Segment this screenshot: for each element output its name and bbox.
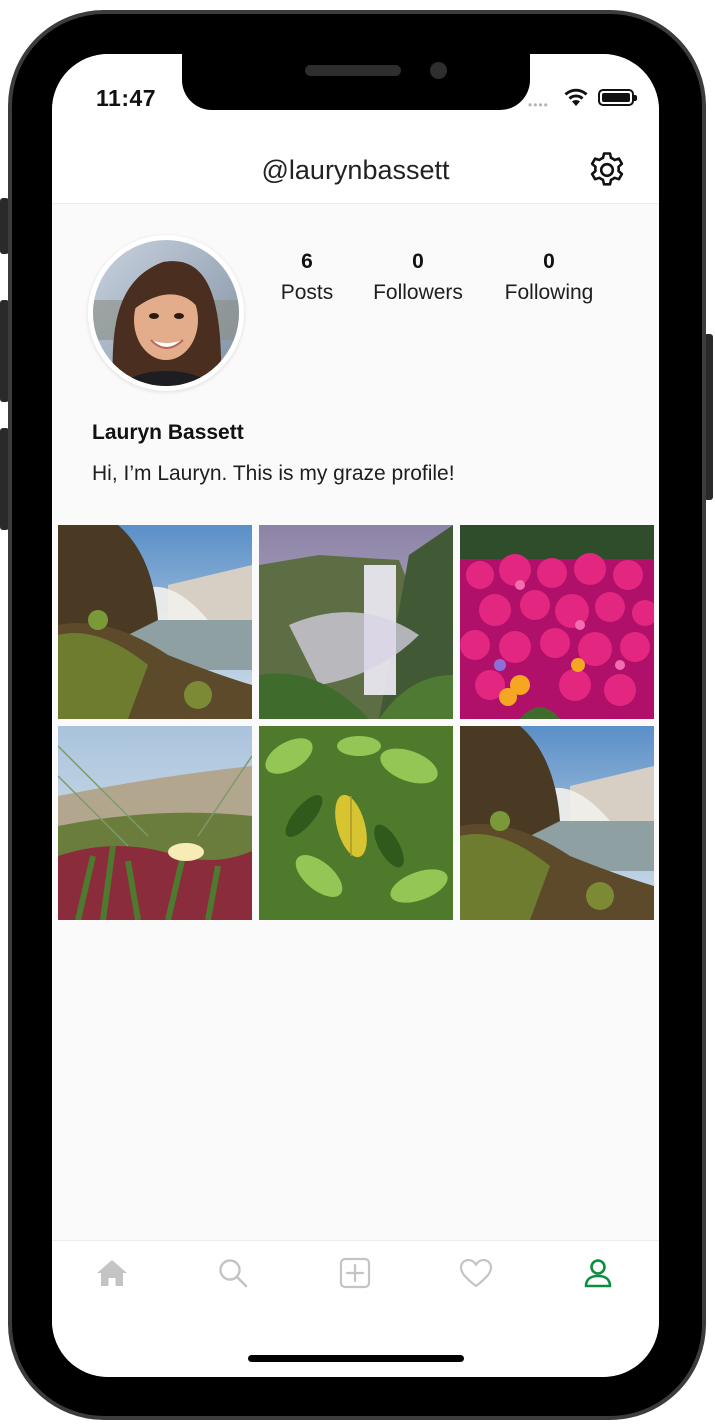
tab-home[interactable] <box>94 1257 130 1293</box>
speaker-grille <box>305 65 401 76</box>
tab-activity[interactable] <box>458 1257 494 1293</box>
tab-add[interactable] <box>337 1257 373 1293</box>
stat-posts-value: 6 <box>301 250 313 273</box>
battery-icon <box>598 89 637 106</box>
stat-following-value: 0 <box>543 250 555 273</box>
status-time: 11:47 <box>96 85 157 111</box>
stat-following-label: Following <box>504 281 594 304</box>
post-thumbnail[interactable] <box>259 525 453 719</box>
tab-profile[interactable] <box>580 1257 616 1293</box>
post-thumbnail[interactable] <box>58 726 252 920</box>
wifi-icon <box>563 86 589 113</box>
post-thumbnail[interactable] <box>259 726 453 920</box>
front-camera <box>430 62 447 79</box>
stat-followers-label: Followers <box>373 281 463 304</box>
stat-posts-label: Posts <box>280 281 334 304</box>
heart-icon <box>459 1258 493 1293</box>
avatar[interactable] <box>88 235 244 391</box>
avatar-photo <box>93 240 239 386</box>
post-thumbnail[interactable] <box>460 525 654 719</box>
post-thumbnail[interactable] <box>58 525 252 719</box>
stat-followers[interactable]: 0 Followers <box>364 250 472 308</box>
profile-full-name: Lauryn Bassett <box>92 421 244 444</box>
profile-header: @laurynbassett <box>52 134 659 204</box>
tab-search[interactable] <box>215 1257 251 1293</box>
user-icon <box>583 1258 613 1293</box>
gear-icon[interactable] <box>587 150 627 190</box>
stat-posts[interactable]: 6 Posts <box>272 250 342 308</box>
post-thumbnail[interactable] <box>460 726 654 920</box>
search-icon <box>217 1257 249 1294</box>
home-indicator[interactable] <box>248 1355 464 1362</box>
status-bar: 11:47 •••• <box>52 54 659 134</box>
profile-bio: Hi, I’m Lauryn. This is my graze profile… <box>92 462 455 485</box>
username-title: @laurynbassett <box>261 155 450 185</box>
add-square-icon <box>339 1257 371 1294</box>
signal-dots-icon: •••• <box>528 98 549 112</box>
stat-following[interactable]: 0 Following <box>493 250 605 308</box>
stat-followers-value: 0 <box>412 250 424 273</box>
home-icon <box>96 1258 128 1293</box>
app-screen: 11:47 •••• @laurynbassett 6 Posts 0 Foll… <box>52 54 659 1377</box>
device-notch <box>182 54 530 110</box>
bottom-tab-bar <box>52 1240 659 1377</box>
posts-grid <box>58 525 654 920</box>
